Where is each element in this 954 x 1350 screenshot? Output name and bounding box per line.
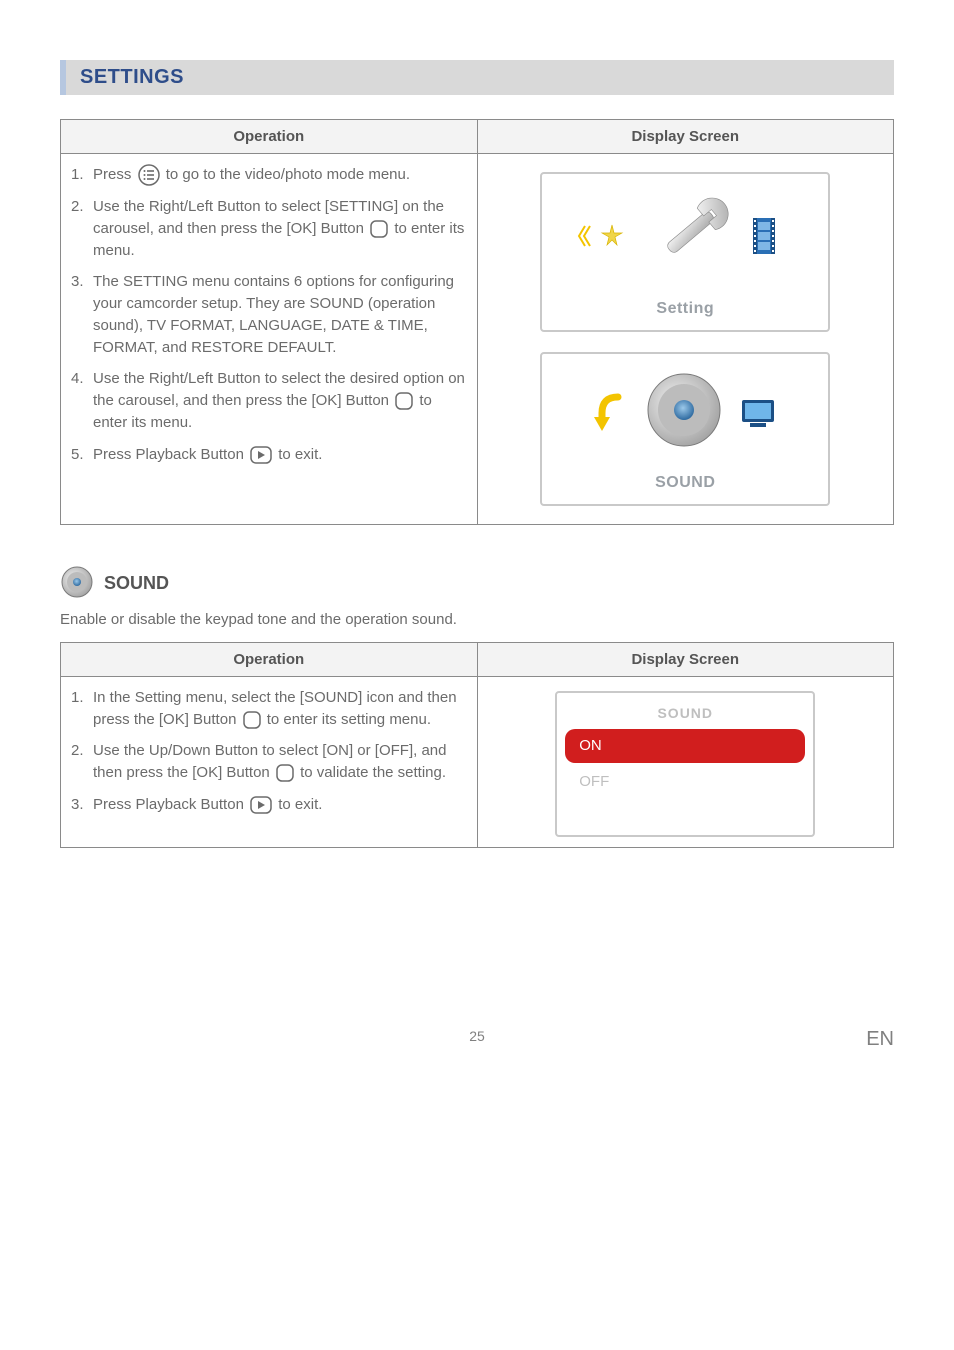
sound-label: SOUND: [655, 471, 715, 494]
speaker-small-icon: [60, 565, 94, 603]
filmstrip-icon: [749, 216, 779, 256]
ok-button-icon: [243, 711, 261, 729]
step-text: to exit.: [278, 796, 322, 813]
ok-button-icon: [395, 392, 413, 410]
sound-option-off: OFF: [565, 765, 805, 799]
ok-button-icon: [276, 764, 294, 782]
sound-subsection-header: SOUND: [60, 565, 894, 603]
settings-table: Operation Display Screen 1. Press: [60, 119, 894, 525]
ok-button-icon: [370, 220, 388, 238]
step-text: to exit.: [278, 446, 322, 463]
sound-screen: SOUND: [540, 352, 830, 506]
step-num: 2.: [71, 740, 93, 784]
playback-icon: [250, 796, 272, 814]
display-cell: Setting: [477, 154, 894, 525]
step-text: Press Playback Button: [93, 796, 248, 813]
step-num: 1.: [71, 164, 93, 186]
wrench-icon: [633, 188, 743, 285]
sound-description: Enable or disable the keypad tone and th…: [60, 611, 894, 628]
page-footer: 25 EN: [60, 1028, 894, 1068]
page-title: SETTINGS: [76, 66, 884, 89]
playback-icon: [250, 446, 272, 464]
operation-cell: 1. In the Setting menu, select the [SOUN…: [61, 676, 478, 847]
step-num: 2.: [71, 196, 93, 261]
sound-menu-title: SOUND: [561, 697, 809, 727]
step-text: Press Playback Button: [93, 446, 248, 463]
page-number: 25: [469, 1028, 485, 1044]
step-text: to enter its setting menu.: [267, 711, 431, 728]
step-num: 1.: [71, 687, 93, 731]
step-text: Press: [93, 166, 136, 183]
left-arrows-icon: [575, 223, 591, 250]
step-num: 5.: [71, 444, 93, 466]
setting-screen: Setting: [540, 172, 830, 332]
back-arrow-icon: [594, 391, 628, 435]
step-num: 3.: [71, 794, 93, 816]
language-code: EN: [866, 1028, 894, 1051]
tv-icon: [740, 396, 776, 430]
menu-icon: [138, 164, 160, 186]
settings-title-bar: SETTINGS: [60, 60, 894, 95]
col-operation: Operation: [61, 642, 478, 676]
step-text: to go to the video/photo mode menu.: [166, 166, 410, 183]
step-text: The SETTING menu contains 6 options for …: [93, 271, 467, 358]
sound-table: Operation Display Screen 1. In the Setti…: [60, 642, 894, 848]
sound-menu-screen: SOUND ON OFF: [555, 691, 815, 837]
col-display: Display Screen: [477, 120, 894, 154]
display-cell: SOUND ON OFF: [477, 676, 894, 847]
sound-option-on: ON: [565, 729, 805, 763]
setting-label: Setting: [656, 297, 714, 320]
step-text: to validate the setting.: [300, 764, 446, 781]
col-operation: Operation: [61, 120, 478, 154]
operation-cell: 1. Press to go to the video/photo mode m…: [61, 154, 478, 525]
sound-heading: SOUND: [104, 573, 169, 594]
effect-icon: [597, 221, 627, 251]
step-num: 4.: [71, 368, 93, 433]
col-display: Display Screen: [477, 642, 894, 676]
speaker-icon: [634, 368, 734, 459]
step-text: Use the Right/Left Button to select [SET…: [93, 198, 444, 237]
step-num: 3.: [71, 271, 93, 358]
